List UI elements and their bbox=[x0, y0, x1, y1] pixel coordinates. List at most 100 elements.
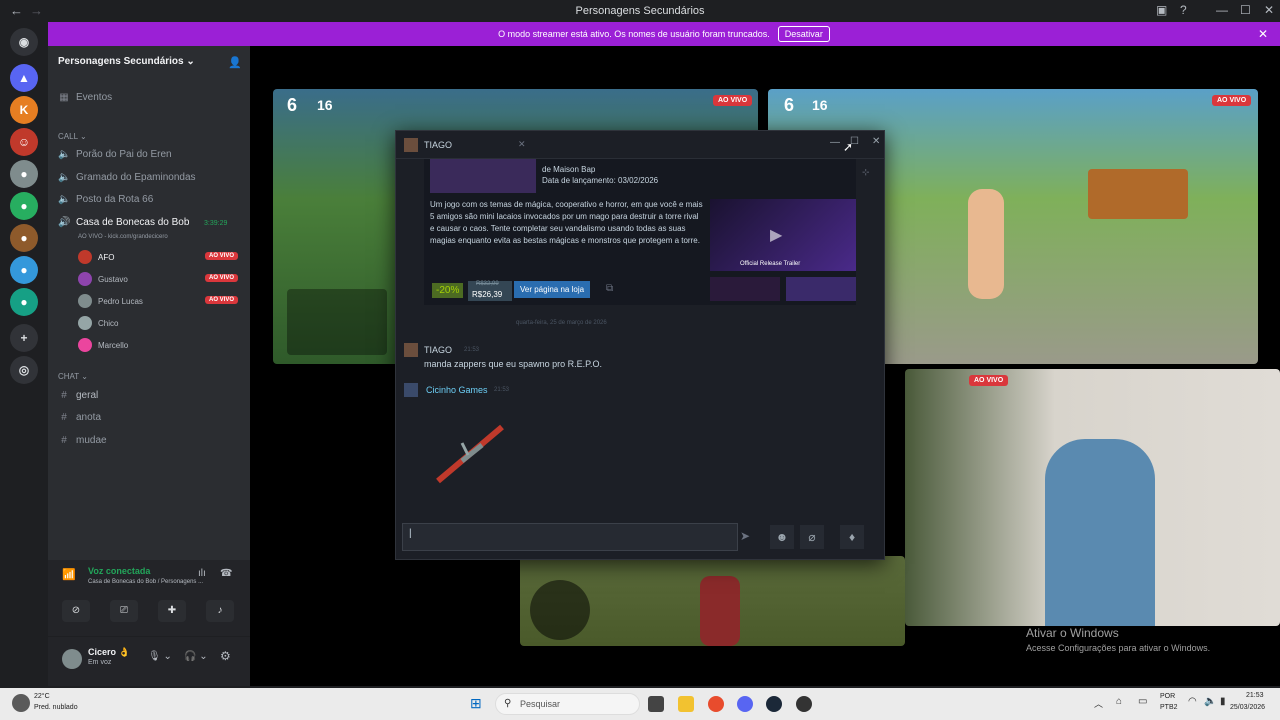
attachment-icon[interactable]: ⌀ bbox=[800, 525, 824, 549]
volume-icon[interactable]: 🔈 bbox=[1204, 696, 1216, 707]
server-icon[interactable]: ☺ bbox=[10, 128, 38, 156]
screen-share-icon[interactable]: ⎚ bbox=[110, 600, 138, 622]
avatar bbox=[404, 137, 418, 152]
add-member-icon[interactable]: 👤 bbox=[228, 56, 242, 69]
task-view-icon[interactable] bbox=[648, 696, 664, 712]
activation-title: Ativar o Windows bbox=[1026, 626, 1119, 640]
window-titlebar: ← → Personagens Secundários ▣ ? — ☐ ✕ bbox=[0, 0, 1280, 22]
discord-icon[interactable] bbox=[737, 696, 753, 712]
speaker-icon: 🔈 bbox=[58, 194, 71, 205]
avatar bbox=[404, 343, 418, 357]
minimize-button[interactable]: — bbox=[1216, 3, 1228, 17]
stream-tile[interactable] bbox=[520, 556, 905, 646]
tray-icon[interactable]: ▭ bbox=[1138, 696, 1147, 707]
server-icon[interactable]: K bbox=[10, 96, 38, 124]
battery-icon[interactable]: ▮ bbox=[1220, 696, 1226, 707]
app-icon[interactable] bbox=[796, 696, 812, 712]
message-input[interactable]: | bbox=[402, 523, 738, 551]
close-button[interactable]: ✕ bbox=[1264, 3, 1274, 17]
search-icon: ⚲ bbox=[504, 698, 512, 709]
wifi-icon[interactable]: ◠ bbox=[1188, 696, 1197, 707]
server-icon[interactable]: ● bbox=[10, 192, 38, 220]
inbox-icon[interactable]: ▣ bbox=[1156, 3, 1167, 17]
discount-badge: -20% bbox=[432, 283, 464, 298]
popup-header: TIAGO ✕ — ☐ ✕ bbox=[396, 131, 884, 159]
stream-tile[interactable]: AO VIVO bbox=[905, 369, 1280, 626]
voice-channel[interactable]: 🔈 Gramado do Epaminondas bbox=[58, 172, 196, 183]
store-page-button[interactable]: Ver página na loja bbox=[514, 281, 591, 298]
discover-icon[interactable]: ◎ bbox=[10, 356, 38, 384]
weather-icon[interactable] bbox=[12, 694, 30, 712]
help-icon[interactable]: ? bbox=[1180, 3, 1187, 17]
category-chat[interactable]: CHAT ⌄ bbox=[58, 372, 88, 381]
server-icon[interactable]: ● bbox=[10, 288, 38, 316]
trailer-video[interactable]: ▶ Official Release Trailer bbox=[710, 199, 856, 271]
minimize-button[interactable]: — bbox=[830, 137, 840, 148]
steam-chat-popup: TIAGO ✕ — ☐ ✕ de Maison Bap Data de lanç… bbox=[395, 130, 885, 560]
server-icon[interactable]: ● bbox=[10, 224, 38, 252]
screenshot-thumb[interactable] bbox=[786, 277, 856, 301]
disable-streamer-button[interactable]: Desativar bbox=[777, 26, 830, 42]
emoticon-icon[interactable]: ☻ bbox=[770, 525, 794, 549]
pin-icon[interactable]: ⊹ bbox=[862, 167, 870, 178]
brave-icon[interactable] bbox=[708, 696, 724, 712]
maximize-button[interactable]: ☐ bbox=[1240, 3, 1251, 17]
steam-store-card: de Maison Bap Data de lançamento: 03/02/… bbox=[424, 159, 870, 305]
text-channel[interactable]: # anota bbox=[58, 412, 101, 423]
steam-icon[interactable] bbox=[766, 696, 782, 712]
voice-channel[interactable]: 🔈 Posto da Rota 66 bbox=[58, 194, 153, 205]
live-badge: AO VIVO bbox=[1212, 95, 1252, 106]
add-server-icon[interactable]: + bbox=[10, 324, 38, 352]
file-explorer-icon[interactable] bbox=[678, 696, 694, 712]
voice-user[interactable]: Marcello bbox=[78, 338, 238, 352]
category-call[interactable]: CALL ⌄ bbox=[58, 132, 87, 141]
game-capsule-image bbox=[430, 159, 536, 193]
hash-icon: # bbox=[61, 435, 67, 446]
activation-text: Acesse Configurações para ativar o Windo… bbox=[1026, 643, 1211, 653]
speaker-icon: 🔈 bbox=[58, 172, 71, 183]
channel-sidebar: Personagens Secundários ⌄ 👤 ▦ Eventos CAL… bbox=[48, 46, 250, 686]
screenshot-thumb[interactable] bbox=[710, 277, 780, 301]
headphones-icon[interactable]: 🎧 ⌄ bbox=[184, 651, 208, 662]
live-badge: AO VIVO bbox=[204, 296, 238, 304]
username: Cicero 👌 bbox=[88, 647, 130, 657]
server-icon[interactable]: ● bbox=[10, 256, 38, 284]
server-icon[interactable]: ▲ bbox=[10, 64, 38, 92]
share-icon[interactable]: ⧉ bbox=[606, 283, 613, 294]
camera-off-icon[interactable]: ⊘ bbox=[62, 600, 90, 622]
close-icon[interactable]: ✕ bbox=[1258, 27, 1268, 41]
voice-icon[interactable]: ♦ bbox=[840, 525, 864, 549]
voice-user[interactable]: Chico bbox=[78, 316, 238, 330]
minimap-shape bbox=[530, 580, 590, 640]
noise-suppression-icon[interactable]: ılı bbox=[198, 568, 206, 579]
close-tab-icon[interactable]: ✕ bbox=[518, 139, 526, 150]
network-icon[interactable]: ⌂ bbox=[1116, 696, 1122, 707]
microphone-icon[interactable]: 🎙 ⌄ bbox=[148, 651, 172, 662]
signal-icon: 📶 bbox=[62, 569, 76, 581]
text-channel[interactable]: # geral bbox=[58, 390, 98, 401]
activities-icon[interactable]: ✚ bbox=[158, 600, 186, 622]
banner-text: O modo streamer está ativo. Os nomes de … bbox=[498, 29, 770, 39]
chevron-up-icon[interactable]: ︿ bbox=[1094, 697, 1103, 710]
discord-home-icon[interactable]: ◉ bbox=[10, 28, 38, 56]
settings-gear-icon[interactable]: ⚙ bbox=[220, 649, 231, 663]
active-voice-channel[interactable]: 🔊 Casa de Bonecas do Bob bbox=[58, 217, 189, 228]
text-channel[interactable]: # mudae bbox=[58, 435, 106, 446]
close-button[interactable]: ✕ bbox=[872, 136, 880, 147]
person-shape bbox=[1045, 439, 1155, 626]
mouse-cursor-icon: ➚ bbox=[843, 140, 854, 154]
call-timer: 3:39:29 bbox=[204, 220, 228, 227]
server-icon[interactable]: ● bbox=[10, 160, 38, 188]
disconnect-icon[interactable]: ☎ bbox=[220, 568, 232, 579]
voice-channel[interactable]: 🔈 Porão do Pai do Eren bbox=[58, 149, 172, 160]
avatar[interactable] bbox=[62, 649, 82, 669]
hash-icon: # bbox=[61, 412, 67, 423]
windows-start-icon[interactable]: ⊞ bbox=[470, 695, 482, 712]
send-icon[interactable]: ➤ bbox=[740, 529, 750, 543]
streamer-mode-banner: O modo streamer está ativo. Os nomes de … bbox=[48, 22, 1280, 46]
taskbar-search[interactable]: ⚲ Pesquisar bbox=[495, 693, 640, 715]
guild-name[interactable]: Personagens Secundários ⌄ bbox=[58, 56, 195, 67]
channel-events[interactable]: ▦ Eventos bbox=[58, 92, 112, 103]
rifle-sticker bbox=[432, 421, 508, 487]
soundboard-icon[interactable]: ♪ bbox=[206, 600, 234, 622]
